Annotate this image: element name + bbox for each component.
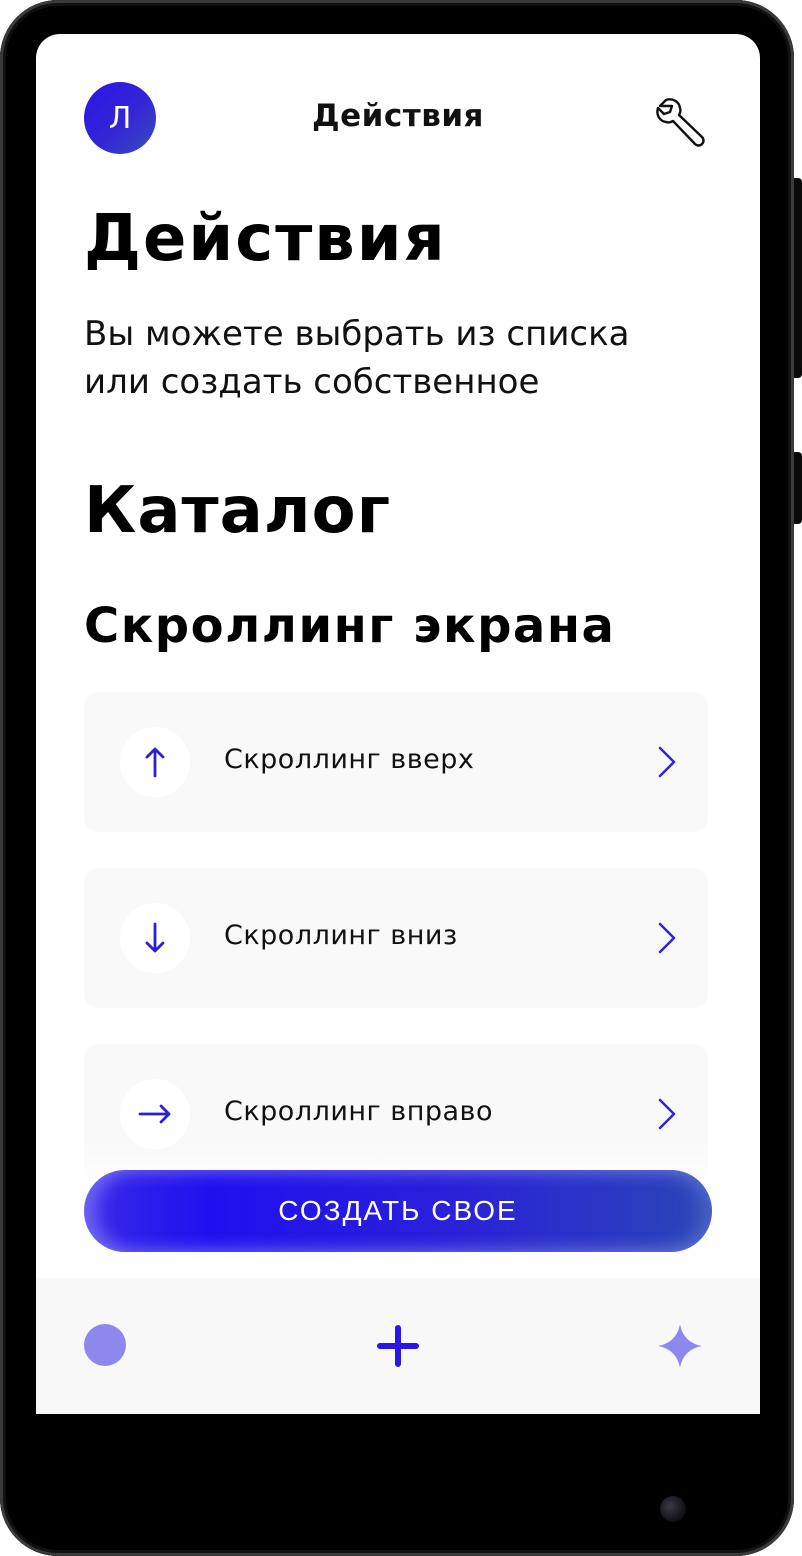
app-screen: Л Действия Действия Вы можете выбрать из… [36,34,760,1414]
list-item-label: Скроллинг вправо [224,1096,493,1127]
arrow-up-icon [120,727,190,797]
create-own-button[interactable]: СОЗДАТЬ СВОЕ [84,1170,712,1252]
chevron-right-icon [658,746,676,778]
list-item-scroll-up[interactable]: Скроллинг вверх [84,692,708,832]
plus-icon[interactable] [376,1324,420,1368]
volume-button [794,178,802,378]
chevron-right-icon [658,1098,676,1130]
power-button [794,452,802,524]
circle-icon[interactable] [84,1324,126,1366]
sparkle-icon[interactable] [656,1322,704,1370]
wrench-icon[interactable] [650,92,710,152]
section-title: Скроллинг экрана [84,598,616,654]
list-item-label: Скроллинг вверх [224,744,475,775]
chevron-right-icon [658,922,676,954]
bottom-navigation [36,1278,760,1414]
arrow-down-icon [120,903,190,973]
catalog-title: Каталог [84,474,392,548]
front-camera [660,1496,686,1522]
page-description: Вы можете выбрать из списка или создать … [84,314,630,402]
page-heading: Действия [84,202,447,276]
list-item-label: Скроллинг вниз [224,920,458,951]
list-item-scroll-down[interactable]: Скроллинг вниз [84,868,708,1008]
